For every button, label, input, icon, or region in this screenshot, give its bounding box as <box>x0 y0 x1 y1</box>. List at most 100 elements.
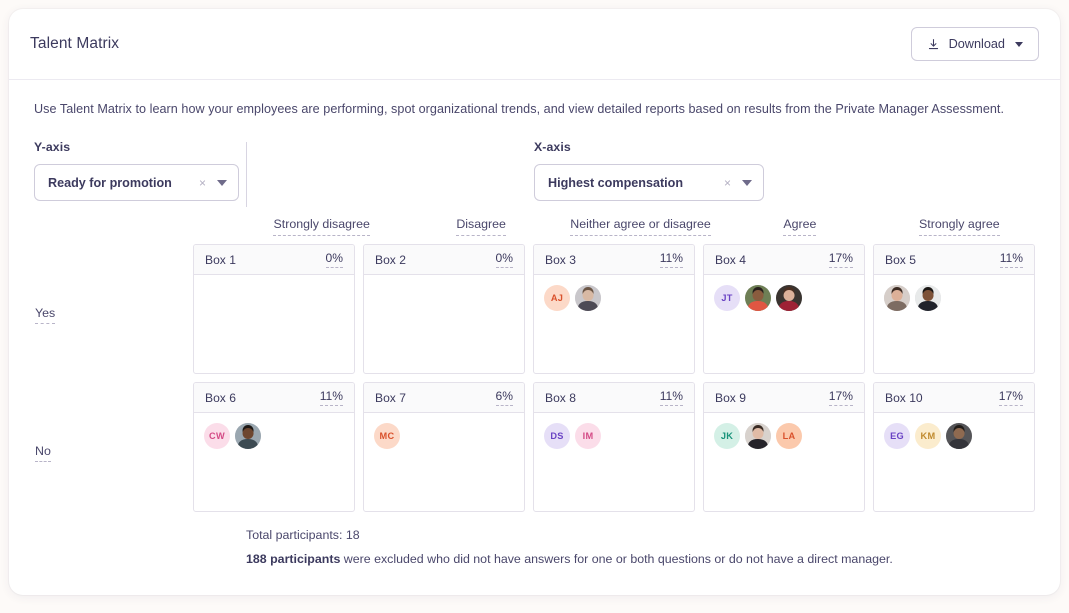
avatar-photo-body <box>747 438 769 450</box>
excluded-text: were excluded who did not have answers f… <box>340 552 893 567</box>
avatar[interactable]: EG <box>884 423 910 450</box>
matrix-box[interactable]: Box 2 0% <box>363 244 525 375</box>
matrix-box-percent[interactable]: 0% <box>325 252 343 268</box>
avatar-photo[interactable] <box>776 285 802 312</box>
x-axis-chevron-down-icon[interactable] <box>742 179 752 186</box>
matrix-row-label-text[interactable]: Yes <box>35 306 56 325</box>
axis-divider <box>246 142 247 208</box>
matrix-column-header-label[interactable]: Agree <box>783 218 817 236</box>
matrix-box[interactable]: Box 5 11% <box>873 244 1035 375</box>
matrix-box[interactable]: Box 10 17% EG KM <box>873 382 1035 513</box>
matrix-column-header: Strongly disagree <box>246 218 397 244</box>
description-text: Use Talent Matrix to learn how your empl… <box>34 102 1005 116</box>
avatar-photo[interactable] <box>946 423 972 450</box>
matrix-box-percent[interactable]: 11% <box>999 252 1023 268</box>
avatar[interactable]: JK <box>714 423 740 450</box>
matrix-box-percent[interactable]: 0% <box>495 252 513 268</box>
matrix-box-avatars: CW <box>194 413 354 450</box>
matrix-box[interactable]: Box 6 11% CW <box>193 382 355 513</box>
matrix-box[interactable]: Box 8 11% DS IM <box>533 382 695 513</box>
avatar-photo-head <box>242 428 254 440</box>
avatar-photo-body <box>237 438 259 450</box>
avatar-photo-head <box>922 290 934 302</box>
matrix-column-header-label[interactable]: Neither agree or disagree <box>570 218 711 236</box>
x-axis-group: X-axis Highest compensation × <box>534 140 764 212</box>
talent-matrix-card: Talent Matrix Download Use Talent Matrix… <box>9 9 1060 595</box>
matrix-box-row: Box 1 0% Box 2 0% Box 3 11% AJ Box 4 17% JT Box 5 1… <box>193 244 1035 375</box>
matrix-column-header: Agree <box>724 218 875 244</box>
matrix-box-percent[interactable]: 17% <box>828 252 853 268</box>
y-axis-select[interactable]: Ready for promotion × <box>34 164 239 202</box>
matrix-box-name: Box 7 <box>375 390 406 405</box>
matrix-box-header: Box 7 6% <box>364 383 524 414</box>
matrix-box[interactable]: Box 7 6% MC <box>363 382 525 513</box>
matrix-footer: Total participants: 18 188 participants … <box>246 512 1035 568</box>
matrix-box-row: Box 6 11% CW Box 7 6% MC Box 8 11% DS IM Box 9 17% J… <box>193 382 1035 513</box>
matrix-box-percent[interactable]: 11% <box>319 390 343 406</box>
matrix-column-header-label[interactable]: Disagree <box>456 218 506 236</box>
matrix-column-header: Disagree <box>405 218 556 244</box>
avatar[interactable]: IM <box>575 423 601 450</box>
avatar-photo-head <box>752 290 764 302</box>
avatar[interactable]: CW <box>204 423 230 450</box>
avatar-photo[interactable] <box>884 285 910 312</box>
avatar-photo-head <box>783 290 795 302</box>
matrix-box-name: Box 9 <box>715 390 746 405</box>
x-axis-clear-icon[interactable]: × <box>724 177 731 189</box>
avatar-photo[interactable] <box>575 285 601 312</box>
matrix-column-header-label[interactable]: Strongly agree <box>919 218 1000 236</box>
avatar[interactable]: MC <box>374 423 400 450</box>
matrix-box[interactable]: Box 3 11% AJ <box>533 244 695 375</box>
matrix-box-avatars: AJ <box>534 275 694 312</box>
download-icon <box>927 38 940 51</box>
total-participants: Total participants: 18 <box>246 528 360 543</box>
matrix-box[interactable]: Box 4 17% JT <box>703 244 865 375</box>
y-axis-clear-icon[interactable]: × <box>199 177 206 189</box>
avatar[interactable]: KM <box>915 423 941 450</box>
matrix-box-header: Box 5 11% <box>874 245 1034 276</box>
avatar-photo-head <box>891 290 903 302</box>
matrix-box-percent[interactable]: 17% <box>828 390 853 406</box>
matrix-box[interactable]: Box 9 17% JK LA <box>703 382 865 513</box>
avatar[interactable]: DS <box>544 423 570 450</box>
matrix-row-labels: Yes No <box>34 244 193 512</box>
avatar-photo-head <box>953 428 965 440</box>
y-axis-select-value: Ready for promotion <box>48 175 172 190</box>
matrix-box-name: Box 10 <box>885 390 923 405</box>
matrix-box-header: Box 10 17% <box>874 383 1034 414</box>
card-body: Use Talent Matrix to learn how your empl… <box>9 80 1060 569</box>
matrix-box-percent[interactable]: 6% <box>495 390 513 406</box>
avatar-photo-body <box>886 300 908 312</box>
matrix-box-avatars <box>194 275 354 285</box>
matrix-box-percent[interactable]: 17% <box>998 390 1023 406</box>
talent-matrix-grid: Strongly disagree Disagree Neither agree o… <box>34 218 1035 568</box>
avatar-photo-head <box>582 290 594 302</box>
matrix-box-header: Box 4 17% <box>704 245 864 276</box>
matrix-box-name: Box 2 <box>375 252 406 267</box>
matrix-box-header: Box 1 0% <box>194 245 354 276</box>
matrix-row-label: Yes <box>35 306 56 325</box>
download-button[interactable]: Download <box>910 27 1039 61</box>
matrix-box-header: Box 9 17% <box>704 383 864 414</box>
avatar[interactable]: AJ <box>544 285 570 312</box>
avatar-photo[interactable] <box>745 285 771 312</box>
matrix-box[interactable]: Box 1 0% <box>193 244 355 375</box>
matrix-box-name: Box 3 <box>545 252 576 267</box>
avatar-photo[interactable] <box>915 285 941 312</box>
matrix-column-headers: Strongly disagree Disagree Neither agree o… <box>246 218 1035 244</box>
matrix-boxes: Box 1 0% Box 2 0% Box 3 11% AJ Box 4 17% JT Box 5 1… <box>193 244 1035 513</box>
matrix-box-header: Box 6 11% <box>194 383 354 414</box>
matrix-box-avatars: EG KM <box>874 413 1034 450</box>
matrix-row-label-text[interactable]: No <box>35 444 51 463</box>
matrix-box-percent[interactable]: 11% <box>659 390 683 406</box>
avatar[interactable]: LA <box>776 423 802 450</box>
avatar[interactable]: JT <box>714 285 740 312</box>
matrix-column-header-label[interactable]: Strongly disagree <box>273 218 370 236</box>
avatar-photo-body <box>747 300 769 312</box>
avatar-photo[interactable] <box>745 423 771 450</box>
matrix-box-header: Box 3 11% <box>534 245 694 276</box>
matrix-box-percent[interactable]: 11% <box>659 252 683 268</box>
y-axis-chevron-down-icon[interactable] <box>217 179 227 186</box>
x-axis-select[interactable]: Highest compensation × <box>534 164 764 202</box>
avatar-photo[interactable] <box>235 423 261 450</box>
